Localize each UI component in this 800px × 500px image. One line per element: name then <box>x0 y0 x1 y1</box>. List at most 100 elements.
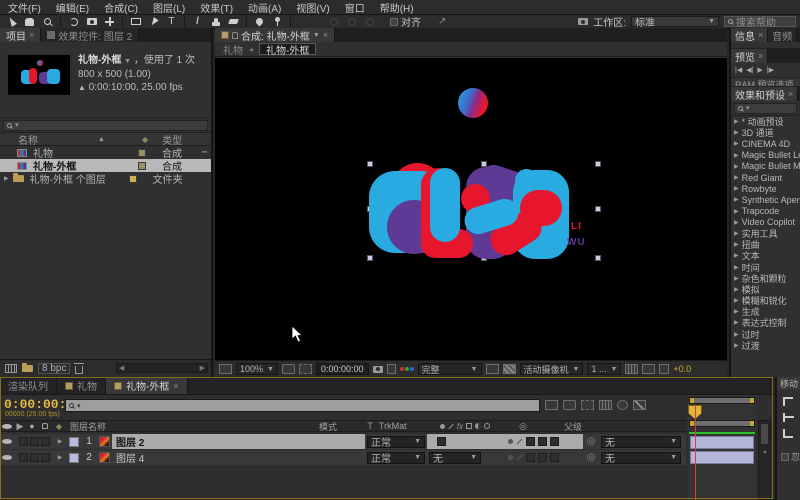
menu-composition[interactable]: 合成(C) <box>104 0 138 15</box>
effects-category[interactable]: ▶* 动画预设 <box>731 116 800 127</box>
selection-handle[interactable] <box>367 255 373 261</box>
reset-exposure-icon[interactable] <box>659 364 669 374</box>
anchor-middle-left-button[interactable] <box>783 413 793 422</box>
close-icon[interactable]: × <box>29 30 34 40</box>
effects-category[interactable]: ▶表达式控制 <box>731 317 800 328</box>
collapse-icon[interactable]: ▶ <box>734 174 739 181</box>
close-icon[interactable]: × <box>173 381 178 391</box>
collapse-icon[interactable]: ▶ <box>734 152 739 159</box>
parent-select[interactable]: 无▼ <box>601 452 681 464</box>
effects-category[interactable]: ▶模拟 <box>731 284 800 295</box>
workspace-select[interactable]: 标准 ▼ <box>631 16 719 27</box>
layer-row-2[interactable]: ▶ 2 图层 4 正常▼ 无▼ ◎ 无▼ <box>0 450 686 465</box>
type-tool[interactable]: T <box>164 16 179 28</box>
project-search-input[interactable]: ▾ <box>3 120 208 131</box>
parent-select[interactable]: 无▼ <box>601 436 681 448</box>
menu-animation[interactable]: 动画(A) <box>248 0 281 15</box>
menu-view[interactable]: 视图(V) <box>296 0 329 15</box>
menu-layer[interactable]: 图层(L) <box>153 0 185 15</box>
effects-category[interactable]: ▶Video Copilot <box>731 217 800 228</box>
effects-category[interactable]: ▶过时 <box>731 329 800 340</box>
collapse-icon[interactable]: ▶ <box>734 129 739 136</box>
menu-help[interactable]: 帮助(H) <box>380 0 414 15</box>
chevron-down-icon[interactable]: ▼ <box>124 58 131 65</box>
tab-composition[interactable]: 合成: 礼物-外框 ▼ × <box>215 28 335 42</box>
camera-select[interactable]: 活动摄像机 ▼ <box>520 363 584 375</box>
effects-category[interactable]: ▶实用工具 <box>731 228 800 239</box>
comp-flowchart-icon[interactable]: ▪▪ <box>202 149 207 156</box>
layer-switches[interactable] <box>483 450 583 465</box>
timeline-button-icon[interactable] <box>625 364 638 374</box>
effects-category[interactable]: ▶Synthetic Apertu <box>731 194 800 205</box>
effects-category[interactable]: ▶模糊和锐化 <box>731 295 800 306</box>
tag-icon[interactable]: ◆ <box>52 421 66 431</box>
brush-tool[interactable]: / <box>190 16 205 28</box>
play-button[interactable]: ▶ <box>757 66 762 74</box>
trkmat-select[interactable]: 无▼ <box>429 452 481 464</box>
motion-blur-icon[interactable] <box>617 400 628 410</box>
eye-icon[interactable] <box>2 455 12 460</box>
collapse-icon[interactable]: ▶ <box>734 196 739 203</box>
show-snapshot-icon[interactable] <box>387 364 396 374</box>
chevron-down-icon[interactable]: ▼ <box>313 32 320 39</box>
effects-category[interactable]: ▶Magic Bullet Loo <box>731 150 800 161</box>
eye-icon[interactable] <box>2 439 12 444</box>
collapse-icon[interactable]: ▶ <box>734 185 739 192</box>
tab-info[interactable]: 信息 × <box>731 28 768 42</box>
column-layer-name[interactable]: 图层名称 <box>66 421 297 431</box>
motion-panel-title[interactable]: 移动 <box>777 377 800 390</box>
trash-icon[interactable] <box>75 366 83 374</box>
hide-shy-layers-icon[interactable] <box>581 400 594 410</box>
tab-timeline-liwu-frame[interactable]: 礼物-外框 × <box>106 377 188 394</box>
show-channel-icon[interactable] <box>400 367 414 371</box>
layer-color-swatch[interactable] <box>69 437 79 447</box>
breadcrumb-current[interactable]: 礼物-外框 <box>259 43 316 55</box>
project-row-folder[interactable]: ▶ 礼物-外框 个图层 文件夹 <box>0 172 211 185</box>
effects-category[interactable]: ▶Red Giant <box>731 172 800 183</box>
close-icon[interactable]: × <box>758 30 763 40</box>
tab-timeline-liwu[interactable]: 礼物 <box>57 377 106 394</box>
collapse-icon[interactable]: ▶ <box>734 140 739 147</box>
project-bit-depth[interactable]: 8 bpc <box>38 363 70 374</box>
next-frame-button[interactable]: |▶ <box>767 66 774 74</box>
region-of-interest-icon[interactable] <box>486 364 499 374</box>
effects-search-input[interactable]: ▾ <box>734 103 797 114</box>
snap-checkbox[interactable] <box>390 18 398 26</box>
solo-toggle[interactable] <box>30 453 39 462</box>
collapse-icon[interactable]: ▶ <box>734 163 739 170</box>
timeline-search-input[interactable]: ▾ <box>65 399 540 412</box>
video-column-icon[interactable] <box>2 424 12 429</box>
collapse-icon[interactable]: ▶ <box>734 241 739 248</box>
solo-column-icon[interactable]: ● <box>26 421 38 431</box>
menu-edit[interactable]: 编辑(E) <box>56 0 89 15</box>
tab-effects-presets[interactable]: 效果和预设 × <box>731 87 798 101</box>
audio-toggle[interactable] <box>19 437 28 446</box>
vertical-scrollbar[interactable]: ▲ <box>758 420 771 500</box>
layer-row-1[interactable]: ▶ 1 图层 2 正常▼ ◎ 无▼ <box>0 434 686 449</box>
expand-arrow-icon[interactable]: ▶ <box>54 434 66 449</box>
blend-mode-select[interactable]: 正常▼ <box>367 436 425 448</box>
parent-pickwhip-icon[interactable]: ◎ <box>583 450 599 465</box>
work-area-bar[interactable] <box>689 420 755 427</box>
composition-viewer[interactable]: LI WU <box>215 58 727 360</box>
effects-category[interactable]: ▶扭曲 <box>731 239 800 250</box>
horizontal-scrollbar[interactable]: ◀ ▶ <box>116 363 208 373</box>
effects-category[interactable]: ▶生成 <box>731 306 800 317</box>
comp-mini-flowchart-icon[interactable] <box>545 400 558 410</box>
always-preview-icon[interactable] <box>219 364 232 374</box>
column-trkmat[interactable]: TrkMat <box>379 421 407 431</box>
column-parent[interactable]: 父级 <box>531 421 615 431</box>
collapse-icon[interactable]: ▶ <box>734 252 739 259</box>
scroll-right-icon[interactable]: ▶ <box>200 364 205 372</box>
close-icon[interactable]: × <box>788 89 793 99</box>
menu-window[interactable]: 窗口 <box>345 0 365 15</box>
collapse-icon[interactable]: ▶ <box>734 230 739 237</box>
audio-toggle[interactable] <box>19 453 28 462</box>
layer-name[interactable]: 图层 2 <box>112 434 365 449</box>
layer-duration-bar[interactable] <box>690 436 754 449</box>
effects-category[interactable]: ▶时间 <box>731 261 800 272</box>
tab-preview[interactable]: 预览 × <box>731 49 768 63</box>
mask-visibility-icon[interactable] <box>299 364 312 374</box>
column-t[interactable]: T <box>367 421 373 431</box>
collapse-icon[interactable]: ▶ <box>734 319 739 326</box>
